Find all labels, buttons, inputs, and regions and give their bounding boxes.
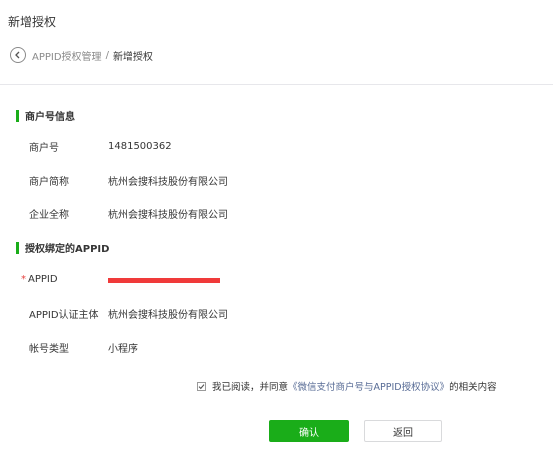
company-full-name-value: 杭州会搜科技股份有限公司 bbox=[108, 209, 228, 221]
appid-redacted-value bbox=[108, 277, 220, 283]
breadcrumb-parent-link[interactable]: APPID授权管理 bbox=[32, 48, 102, 63]
back-button[interactable]: 返回 bbox=[364, 420, 442, 442]
appid-subject-value: 杭州会搜科技股份有限公司 bbox=[108, 309, 228, 321]
company-full-name-label: 企业全称 bbox=[29, 209, 69, 221]
agreement-suffix: 的相关内容 bbox=[449, 382, 497, 393]
chevron-left-icon bbox=[15, 51, 20, 59]
add-authorization-page: 新增授权 APPID授权管理 / 新增授权 商户号信息 商户号 14815003… bbox=[0, 0, 553, 462]
appid-section-heading: 授权绑定的APPID bbox=[16, 240, 109, 255]
agreement-checkbox[interactable] bbox=[197, 381, 206, 391]
required-mark: * bbox=[21, 273, 26, 285]
merchant-id-row: 商户号 1481500362 bbox=[29, 139, 172, 154]
breadcrumb-current: 新增授权 bbox=[112, 51, 153, 63]
agreement-row: 我已阅读，并同意 《微信支付商户号与APPID授权协议》 的相关内容 bbox=[197, 379, 497, 393]
account-type-label: 帐号类型 bbox=[29, 343, 69, 355]
appid-label: APPID bbox=[28, 273, 58, 285]
agreement-link[interactable]: 《微信支付商户号与APPID授权协议》 bbox=[288, 379, 449, 393]
account-type-row: 帐号类型 小程序 bbox=[29, 340, 138, 355]
appid-subject-row: APPID认证主体 杭州会搜科技股份有限公司 bbox=[29, 306, 228, 321]
back-circle-button[interactable] bbox=[10, 47, 26, 63]
merchant-section-title: 商户号信息 bbox=[25, 112, 75, 123]
appid-label-wrap: * APPID bbox=[21, 274, 108, 285]
merchant-short-name-label: 商户简称 bbox=[29, 176, 69, 188]
checkmark-icon bbox=[198, 383, 205, 389]
appid-subject-label: APPID认证主体 bbox=[29, 309, 99, 321]
section-accent-bar bbox=[16, 241, 19, 254]
appid-section-title: 授权绑定的APPID bbox=[25, 244, 110, 255]
company-full-name-row: 企业全称 杭州会搜科技股份有限公司 bbox=[29, 206, 228, 221]
merchant-short-name-row: 商户简称 杭州会搜科技股份有限公司 bbox=[29, 173, 228, 188]
header-divider bbox=[0, 84, 553, 85]
merchant-short-name-value: 杭州会搜科技股份有限公司 bbox=[108, 176, 228, 188]
page-title: 新增授权 bbox=[8, 15, 57, 29]
agreement-prefix: 我已阅读，并同意 bbox=[212, 382, 289, 393]
account-type-value: 小程序 bbox=[108, 343, 138, 355]
breadcrumb: APPID授权管理 / 新增授权 bbox=[10, 47, 153, 63]
merchant-id-value: 1481500362 bbox=[108, 140, 172, 152]
appid-row: * APPID bbox=[21, 272, 220, 286]
merchant-id-label: 商户号 bbox=[29, 142, 59, 154]
breadcrumb-separator: / bbox=[105, 49, 109, 61]
section-accent-bar bbox=[16, 109, 19, 122]
merchant-section-heading: 商户号信息 bbox=[16, 108, 75, 123]
confirm-button[interactable]: 确认 bbox=[269, 420, 349, 442]
